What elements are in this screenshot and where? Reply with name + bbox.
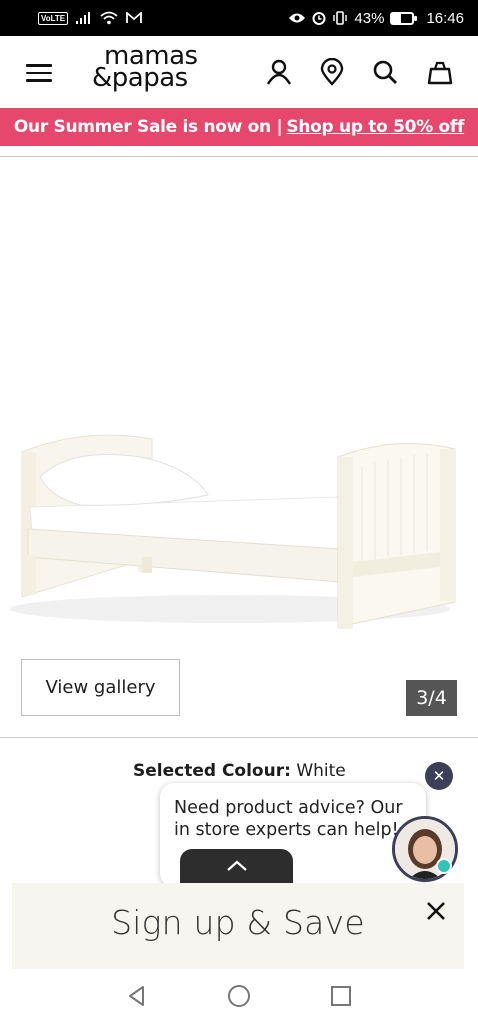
signup-title: Sign up & Save [111, 903, 365, 942]
product-image[interactable] [0, 157, 478, 657]
battery-icon [390, 11, 418, 25]
signup-banner[interactable]: Sign up & Save [12, 883, 464, 969]
search-icon[interactable] [371, 58, 399, 86]
battery-percent: 43% [354, 9, 385, 27]
scroll-to-top-button[interactable] [180, 849, 293, 883]
signup-close-icon[interactable] [422, 897, 450, 925]
battery-level [392, 13, 402, 23]
image-counter: 3/4 [406, 680, 457, 716]
eye-icon [289, 13, 306, 23]
account-icon[interactable] [265, 58, 293, 86]
status-left: VoLTE [38, 11, 143, 25]
selected-colour: Selected Colour: White [133, 761, 346, 781]
volte-indicator: VoLTE [38, 11, 69, 25]
promo-text: Our Summer Sale is now on | [13, 117, 283, 137]
chevron-up-icon [226, 860, 247, 871]
signal-icon [76, 12, 91, 24]
divider [0, 737, 478, 738]
alarm-icon [312, 12, 326, 25]
site-header: mamas &papas [0, 36, 478, 108]
brand-logo[interactable]: mamas &papas [92, 43, 218, 93]
online-status-dot [436, 858, 452, 874]
status-right: 43% 16:46 [288, 10, 464, 27]
status-bar: VoLTE 43% 16:46 [0, 0, 478, 36]
promo-banner: Our Summer Sale is now on | Shop up to 5… [0, 108, 478, 146]
view-gallery-button[interactable]: View gallery [21, 659, 180, 716]
vibrate-icon [333, 11, 348, 25]
wifi-icon [100, 11, 118, 25]
chat-close-button[interactable]: ✕ [425, 762, 453, 790]
store-locator-icon[interactable] [318, 58, 346, 86]
recents-icon[interactable] [328, 983, 354, 1009]
bag-icon[interactable] [426, 58, 454, 86]
colour-label: Selected Colour: [133, 761, 291, 781]
menu-icon[interactable] [26, 64, 52, 82]
system-nav-bar [0, 969, 478, 1024]
home-icon[interactable] [226, 983, 252, 1009]
back-icon[interactable] [124, 983, 150, 1009]
logo-line2: &papas [92, 63, 188, 93]
chat-message: Need product advice? Our in store expert… [174, 798, 403, 840]
gmail-icon [126, 12, 143, 23]
colour-value: White [296, 761, 346, 781]
clock: 16:46 [426, 9, 464, 27]
promo-link[interactable]: Shop up to 50% off [286, 117, 464, 137]
